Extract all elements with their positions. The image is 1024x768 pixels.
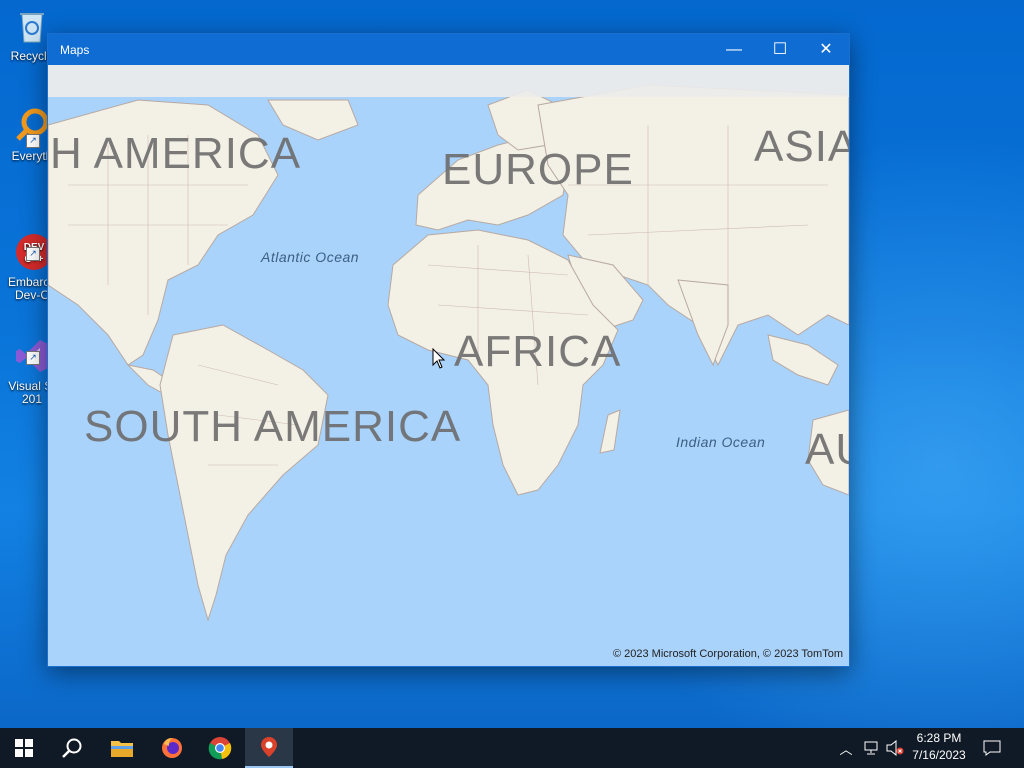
taskbar: ︿ 6:28 PM 7/16/2023 bbox=[0, 728, 1024, 768]
taskbar-maps[interactable] bbox=[245, 728, 293, 768]
search-icon bbox=[62, 738, 82, 758]
window-titlebar[interactable]: Maps — ☐ ✕ bbox=[48, 34, 849, 65]
shortcut-arrow-icon: ↗ bbox=[26, 351, 40, 365]
south-america-landmass bbox=[159, 324, 329, 622]
firefox-icon bbox=[162, 738, 182, 758]
label-asia: ASIA bbox=[754, 122, 849, 171]
maximize-icon: ☐ bbox=[772, 41, 788, 58]
action-center-button[interactable] bbox=[978, 728, 1006, 768]
close-icon: ✕ bbox=[819, 41, 833, 58]
notification-icon bbox=[983, 740, 1001, 756]
window-title: Maps bbox=[60, 43, 90, 57]
taskbar-clock[interactable]: 6:28 PM 7/16/2023 bbox=[904, 730, 974, 764]
search-button[interactable] bbox=[48, 728, 96, 768]
maps-icon bbox=[261, 737, 277, 757]
shortcut-arrow-icon: ↗ bbox=[26, 134, 40, 148]
chrome-icon bbox=[208, 737, 232, 760]
minimize-button[interactable]: — bbox=[711, 34, 757, 65]
madagascar-landmass bbox=[599, 409, 621, 454]
network-button[interactable] bbox=[860, 728, 882, 768]
file-explorer-icon bbox=[111, 741, 133, 757]
label-africa: AFRICA bbox=[454, 327, 622, 376]
label-australia: AU bbox=[805, 425, 849, 474]
mouse-cursor-icon bbox=[432, 348, 446, 369]
dev-cpp-icon: DEVC++ ↗ bbox=[12, 219, 52, 270]
clock-time: 6:28 PM bbox=[916, 731, 962, 745]
map-copyright: © 2023 Microsoft Corporation, © 2023 Tom… bbox=[612, 648, 843, 660]
everything-search-icon: ↗ bbox=[12, 106, 52, 148]
volume-muted-icon bbox=[886, 740, 904, 756]
show-hidden-icons-button[interactable]: ︿ bbox=[836, 728, 856, 768]
taskbar-chrome[interactable] bbox=[196, 728, 244, 768]
chevron-up-icon: ︿ bbox=[839, 741, 853, 757]
start-icon bbox=[15, 739, 33, 757]
taskbar-file-explorer[interactable] bbox=[98, 728, 146, 768]
map-toolbar bbox=[48, 65, 849, 97]
recycle-bin-icon bbox=[12, 6, 52, 46]
volume-button[interactable] bbox=[884, 728, 906, 768]
network-icon bbox=[864, 741, 878, 755]
clock-date: 7/16/2023 bbox=[912, 748, 966, 762]
label-europe: EUROPE bbox=[442, 145, 634, 194]
visual-studio-icon: ↗ bbox=[12, 323, 52, 372]
label-indian-ocean: Indian Ocean bbox=[676, 434, 766, 450]
shortcut-arrow-icon: ↗ bbox=[26, 247, 40, 261]
label-south-america: SOUTH AMERICA bbox=[84, 402, 462, 451]
start-button[interactable] bbox=[0, 728, 48, 768]
maximize-button[interactable]: ☐ bbox=[757, 34, 803, 65]
close-button[interactable]: ✕ bbox=[803, 34, 849, 65]
maps-window: Maps — ☐ ✕ H AMERICA EUROPE ASIA AFRICA … bbox=[47, 33, 850, 667]
label-north-america: H AMERICA bbox=[50, 129, 302, 178]
map-canvas[interactable]: H AMERICA EUROPE ASIA AFRICA SOUTH AMERI… bbox=[48, 65, 849, 666]
southeast-asia-landmass bbox=[767, 334, 839, 386]
label-atlantic-ocean: Atlantic Ocean bbox=[261, 249, 360, 265]
taskbar-firefox[interactable] bbox=[148, 728, 196, 768]
minimize-icon: — bbox=[726, 41, 742, 58]
